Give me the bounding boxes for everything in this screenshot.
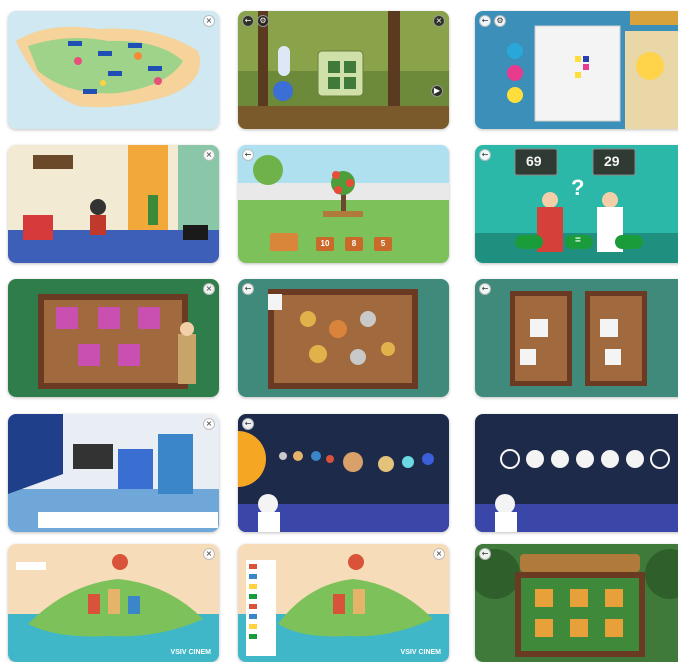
arrow-left-icon[interactable]: ← (479, 548, 491, 560)
game-card-pixel-grid[interactable]: ← ⚙ (475, 11, 678, 129)
pixel-grid-scene (475, 11, 678, 129)
game-card-living-room[interactable]: × (8, 145, 219, 263)
game-card-jungle-board[interactable]: ← (475, 544, 678, 662)
gear-icon[interactable]: ⚙ (257, 15, 269, 27)
left-number: 69 (526, 153, 542, 169)
number-tile-3[interactable]: 5 (374, 237, 392, 251)
game-card-museum-board[interactable]: × (8, 279, 219, 397)
close-icon[interactable]: × (203, 15, 215, 27)
island-city-flags-caption: VSIV CINEM (400, 649, 441, 656)
close-icon[interactable]: × (433, 548, 445, 560)
arrow-left-icon[interactable]: ← (242, 418, 254, 430)
arrow-left-icon[interactable]: ← (479, 15, 491, 27)
close-icon[interactable]: × (433, 15, 445, 27)
right-number: 29 (604, 153, 620, 169)
observatory-scene (8, 414, 219, 532)
island-map-scene (8, 11, 219, 129)
game-card-island-map[interactable]: × (8, 11, 219, 129)
arrow-left-icon[interactable]: ← (242, 149, 254, 161)
number-tile-2[interactable]: 8 (345, 237, 363, 251)
arrow-left-icon[interactable]: ← (242, 283, 254, 295)
game-card-forest-shelf[interactable]: ← ⚙ × ▶ (238, 11, 449, 129)
gear-icon[interactable]: ⚙ (494, 15, 506, 27)
game-card-solar-system[interactable]: ← (238, 414, 449, 532)
garden-scene (238, 145, 449, 263)
game-card-garden-counting[interactable]: ← 10 8 5 (238, 145, 449, 263)
game-thumbnail-grid: × ← ⚙ × ▶ ← ⚙ × ← 10 8 5 ← 69 29 ? = × ←… (0, 0, 678, 662)
play-icon[interactable]: ▶ (431, 85, 443, 97)
museum-board-scene (8, 279, 219, 397)
game-card-island-city[interactable]: × VSIV CINEM (8, 544, 219, 662)
close-icon[interactable]: × (203, 548, 215, 560)
game-card-sorting-boards[interactable]: ← (475, 279, 678, 397)
close-icon[interactable]: × (203, 418, 215, 430)
close-icon[interactable]: × (203, 149, 215, 161)
game-card-observatory-room[interactable]: × (8, 414, 219, 532)
island-city-flags-scene (238, 544, 449, 662)
island-city-caption: VSIV CINEM (170, 649, 211, 656)
living-room-scene (8, 145, 219, 263)
jungle-board-scene (475, 544, 678, 662)
forest-shelf-scene (238, 11, 449, 129)
number-tile-1[interactable]: 10 (316, 237, 334, 251)
game-card-number-compare[interactable]: ← 69 29 ? = (475, 145, 678, 263)
equals-button[interactable]: = (575, 235, 581, 246)
game-card-moon-phases[interactable] (475, 414, 678, 532)
question-mark: ? (571, 175, 585, 200)
sorting-boards-scene (475, 279, 678, 397)
collage-board-scene (238, 279, 449, 397)
arrow-left-icon[interactable]: ← (479, 149, 491, 161)
arrow-left-icon[interactable]: ← (479, 283, 491, 295)
game-card-island-city-flags[interactable]: × VSIV CINEM (238, 544, 449, 662)
game-card-collage-board[interactable]: ← (238, 279, 449, 397)
island-city-scene (8, 544, 219, 662)
close-icon[interactable]: × (203, 283, 215, 295)
moon-phases-scene (475, 414, 678, 532)
solar-system-scene (238, 414, 449, 532)
arrow-left-icon[interactable]: ← (242, 15, 254, 27)
